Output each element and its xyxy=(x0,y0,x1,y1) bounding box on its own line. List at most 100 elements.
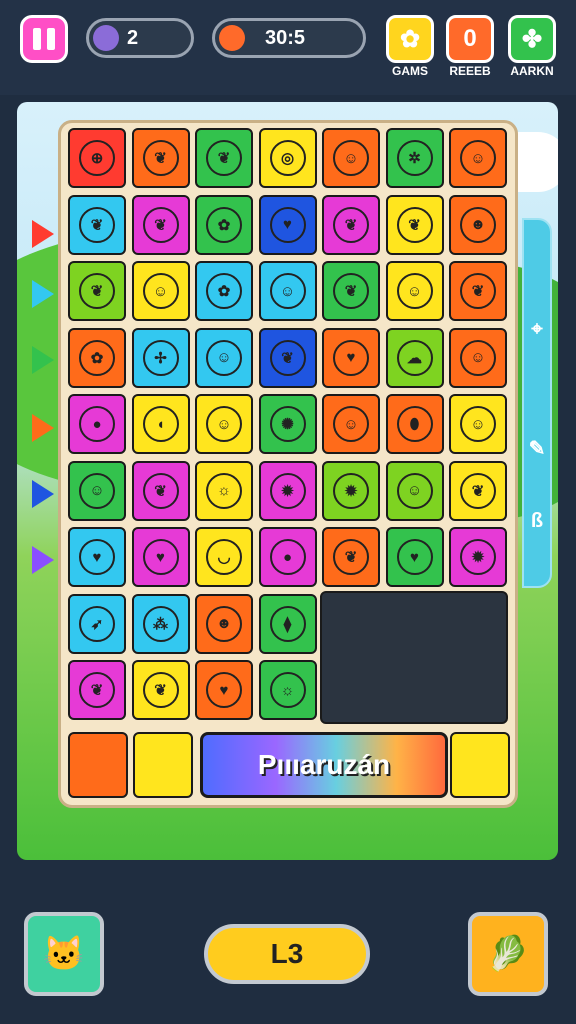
side-arrow-icon[interactable] xyxy=(32,480,54,508)
board-tile[interactable]: ● xyxy=(258,527,317,587)
board-tile[interactable]: ☼ xyxy=(195,460,253,521)
board-tile[interactable]: ♥ xyxy=(68,527,126,587)
board-tile[interactable]: ☺ xyxy=(449,327,507,388)
face-icon: ☺ xyxy=(333,406,369,442)
reeeb-button[interactable]: 0 xyxy=(446,15,494,63)
board-tile[interactable]: ✿ xyxy=(68,327,126,388)
board-tile[interactable]: ◡ xyxy=(195,527,253,587)
board-tile[interactable]: ❦ xyxy=(68,261,126,321)
bottom-cell[interactable] xyxy=(450,732,510,798)
board-tile[interactable]: ⬮ xyxy=(385,394,444,454)
board-tile[interactable]: ● xyxy=(68,394,126,454)
board-tile[interactable]: ☺ xyxy=(385,261,444,321)
board-tile[interactable]: ➶ xyxy=(68,593,126,654)
board-tile[interactable]: ❦ xyxy=(322,261,380,321)
board-tile[interactable]: ☼ xyxy=(258,660,317,720)
board-tile[interactable]: ☺ xyxy=(322,128,380,188)
board-tile[interactable]: ❦ xyxy=(131,128,190,188)
leaf-icon: ❦ xyxy=(79,273,115,309)
side-arrow-icon[interactable] xyxy=(32,414,54,442)
board-tile[interactable]: ♥ xyxy=(131,527,190,587)
board-tile[interactable]: ☺ xyxy=(195,327,253,388)
face-icon: ☺ xyxy=(396,273,433,309)
board-tile[interactable]: ♥ xyxy=(385,527,444,587)
board-tile[interactable]: ✢ xyxy=(131,327,190,388)
leaf-icon: ❦ xyxy=(460,472,496,509)
board-tile[interactable]: ❦ xyxy=(449,261,507,321)
aarkn-button[interactable]: ✤ xyxy=(508,15,556,63)
board-tile[interactable]: ⊕ xyxy=(68,128,126,188)
bird-icon: ➶ xyxy=(79,605,115,642)
board-tile[interactable]: ❦ xyxy=(258,327,317,388)
board-tile[interactable]: ❦ xyxy=(322,527,380,587)
board-tile[interactable]: ☺ xyxy=(68,460,126,521)
board-tile[interactable]: ✺ xyxy=(258,394,317,454)
board-tile[interactable]: ❦ xyxy=(68,660,126,720)
pet-button[interactable]: 🐱 xyxy=(24,912,104,996)
bean-icon: ◖ xyxy=(142,406,179,442)
board-tile[interactable]: ◖ xyxy=(131,394,190,454)
board-tile[interactable]: ☺ xyxy=(195,394,253,454)
flower-icon: ✿ xyxy=(206,206,242,243)
board-tile[interactable]: ☻ xyxy=(449,194,507,255)
splash-icon: ✹ xyxy=(269,472,306,509)
leaf-icon: ❦ xyxy=(333,206,369,243)
board-tile[interactable]: ❦ xyxy=(449,460,507,521)
board-tile[interactable]: ♥ xyxy=(195,660,253,720)
board-tile[interactable]: ❦ xyxy=(131,660,190,720)
cloud-icon: ☁ xyxy=(396,339,433,376)
board-tile[interactable]: ✿ xyxy=(195,261,253,321)
board-tile[interactable]: ✹ xyxy=(322,460,380,521)
side-arrow-icon[interactable] xyxy=(32,220,54,248)
board-tile[interactable]: ◎ xyxy=(258,128,317,188)
heart-icon: ♥ xyxy=(269,206,306,243)
board-tile[interactable]: ✹ xyxy=(449,527,507,587)
board-tile[interactable]: ☺ xyxy=(131,261,190,321)
zero-badge-icon: 0 xyxy=(463,25,477,52)
leaf-icon: ❦ xyxy=(142,472,179,509)
leaf-icon: ❦ xyxy=(142,140,179,176)
face-icon: ☺ xyxy=(142,273,179,309)
board-tile[interactable]: ☺ xyxy=(449,128,507,188)
board-tile[interactable]: ❦ xyxy=(131,460,190,521)
board-tile[interactable]: ☺ xyxy=(258,261,317,321)
board-tile[interactable]: ☺ xyxy=(322,394,380,454)
splash-icon: ✹ xyxy=(460,539,496,575)
pause-button[interactable] xyxy=(20,15,68,63)
pencil-icon[interactable]: ✎ xyxy=(524,436,550,462)
gams-button[interactable]: ✿ xyxy=(386,15,434,63)
board-tile[interactable]: ✹ xyxy=(258,460,317,521)
map-pin-icon[interactable]: ⌖ xyxy=(524,318,550,344)
board-tile[interactable]: ✲ xyxy=(385,128,444,188)
side-arrow-icon[interactable] xyxy=(32,546,54,574)
board-tile[interactable]: ❦ xyxy=(322,194,380,255)
face-icon: ☺ xyxy=(269,273,306,309)
face-icon: ☺ xyxy=(460,339,496,376)
side-arrow-icon[interactable] xyxy=(32,280,54,308)
side-arrow-icon[interactable] xyxy=(32,346,54,374)
board-tile[interactable]: ❦ xyxy=(385,194,444,255)
level-button[interactable]: L3 xyxy=(204,924,370,984)
b-icon[interactable]: ß xyxy=(524,510,550,536)
board-tile[interactable]: ⁂ xyxy=(131,593,190,654)
leaf-icon: ❦ xyxy=(79,206,115,243)
aarkn-label: AARKN xyxy=(510,64,554,78)
bottom-cell[interactable] xyxy=(68,732,128,798)
board-tile[interactable]: ❦ xyxy=(131,194,190,255)
board-tile[interactable]: ♥ xyxy=(322,327,380,388)
leaf-icon: ❦ xyxy=(333,273,369,309)
card-button[interactable]: 🥬 xyxy=(468,912,548,996)
board-tile[interactable]: ☁ xyxy=(385,327,444,388)
cat-icon: ☻ xyxy=(460,206,496,243)
board-tile[interactable]: ☺ xyxy=(449,394,507,454)
board-tile[interactable]: ✿ xyxy=(195,194,253,255)
board-tile[interactable]: ❦ xyxy=(195,128,253,188)
board-tile[interactable]: ☺ xyxy=(385,460,444,521)
board-tile[interactable]: ☻ xyxy=(195,593,253,654)
board-tile[interactable]: ❦ xyxy=(68,194,126,255)
bottom-cell[interactable] xyxy=(133,732,193,798)
board-tile[interactable]: ⧫ xyxy=(258,593,317,654)
board-tile[interactable]: ♥ xyxy=(258,194,317,255)
score-counter: 30:5 xyxy=(212,18,366,58)
leaf-icon: ❦ xyxy=(396,206,433,243)
